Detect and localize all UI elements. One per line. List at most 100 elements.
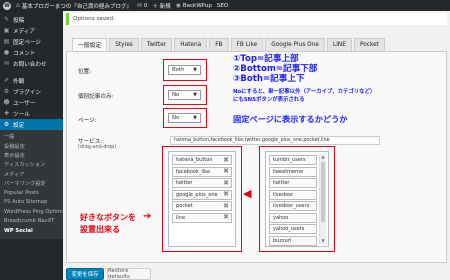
page-label: ページ: bbox=[78, 118, 97, 124]
mail-icon: ✉ bbox=[3, 60, 10, 67]
list-scrollbar[interactable]: ▲ ▼ bbox=[319, 154, 326, 244]
submenu-popular-posts[interactable]: Popular Posts bbox=[0, 188, 63, 197]
settings-icon: ⚙ bbox=[3, 121, 10, 128]
wordpress-logo-icon[interactable]: W bbox=[3, 1, 11, 10]
sidebar-item-comments[interactable]: ● コメント bbox=[0, 47, 63, 58]
submenu-discussion[interactable]: ディスカッション bbox=[0, 160, 63, 169]
service-item[interactable]: yahoo bbox=[269, 212, 317, 223]
sidebar-item-appearance[interactable]: ✐ 外観 bbox=[0, 75, 63, 86]
position-label: 位置: bbox=[78, 69, 92, 75]
submenu-general[interactable]: 一般 bbox=[0, 132, 63, 141]
service-item[interactable]: buzzurl bbox=[269, 235, 317, 246]
remove-icon[interactable]: ✖ bbox=[223, 168, 229, 175]
submenu-writing[interactable]: 投稿設定 bbox=[0, 141, 63, 150]
settings-tabs: 一般設定 Styles Twitter Hatena FB FB Like Go… bbox=[72, 38, 385, 51]
tab-hatena[interactable]: Hatena bbox=[174, 38, 208, 51]
service-item[interactable]: facebook_like ✖ bbox=[172, 166, 232, 177]
submenu-reading[interactable]: 表示設定 bbox=[0, 151, 63, 160]
media-icon: ▣ bbox=[3, 27, 10, 34]
tab-fb-like[interactable]: FB Like bbox=[230, 38, 264, 51]
home-icon: ⌂ bbox=[16, 2, 20, 9]
service-item[interactable]: twitter bbox=[269, 178, 317, 188]
brush-icon: ✐ bbox=[3, 77, 10, 84]
sidebar-item-settings[interactable]: ⚙ 設定 bbox=[0, 119, 63, 130]
seo-link[interactable]: SEO bbox=[217, 3, 228, 9]
backup-icon: ◉ bbox=[175, 2, 181, 9]
move-left-arrow-icon: ◀ bbox=[243, 187, 252, 200]
services-input[interactable]: hatena_button,facebook_like,twitter,goog… bbox=[170, 136, 380, 145]
remove-icon[interactable]: ✖ bbox=[223, 214, 229, 221]
service-item[interactable]: tweetmeme bbox=[269, 166, 317, 177]
tab-fb[interactable]: FB bbox=[209, 38, 229, 51]
services-hint: (drag-and-drop) bbox=[78, 145, 117, 150]
sidebar-item-tools[interactable]: ✚ ツール bbox=[0, 108, 63, 119]
options-saved-notice: Options saved. bbox=[66, 13, 447, 25]
user-icon: ☻ bbox=[3, 99, 10, 106]
sidebar-item-media[interactable]: ▣ メディア bbox=[0, 25, 63, 36]
scroll-up-icon[interactable]: ▲ bbox=[320, 154, 326, 160]
scroll-down-icon[interactable]: ▼ bbox=[320, 238, 326, 244]
service-item[interactable]: tumblr_users bbox=[269, 155, 317, 165]
chevron-down-icon: ▼ bbox=[193, 67, 197, 73]
submenu-ping-optimizer[interactable]: WordPress Ping Optimizer bbox=[0, 207, 63, 216]
tab-line[interactable]: LINE bbox=[326, 38, 352, 51]
page-annotation: 固定ページに表示するかどうか bbox=[233, 114, 348, 124]
available-services-list[interactable]: tumblr_users tweetmeme twitter livedoor … bbox=[265, 151, 329, 247]
tab-styles[interactable]: Styles bbox=[109, 38, 139, 51]
submenu-wp-social[interactable]: WP Social bbox=[0, 226, 63, 235]
wrench-icon: ✚ bbox=[3, 110, 10, 117]
sidebar-item-plugins[interactable]: ⚙ プラグイン bbox=[0, 86, 63, 97]
service-item[interactable]: google_plus_one ✖ bbox=[172, 189, 232, 200]
service-item[interactable]: livedoor bbox=[269, 189, 317, 200]
sidebar-item-contact[interactable]: ✉ お問い合わせ bbox=[0, 58, 63, 69]
chevron-down-icon: ▼ bbox=[193, 92, 197, 98]
sidebar-item-pages[interactable]: ▤ 固定ページ bbox=[0, 36, 63, 47]
services-label: サービス: bbox=[78, 139, 103, 145]
single-only-annotation: Noにすると、単一記事以外（アーカイブ、カテゴリなど） にもSNSボタンが表示さ… bbox=[233, 89, 376, 103]
submenu-breadcrumb-navxt[interactable]: Breadcrumb NavXT bbox=[0, 217, 63, 226]
service-item[interactable]: livedoor_users bbox=[269, 201, 317, 211]
site-name-link[interactable]: ⌂ 基本ブロガーまつの『自己満の極みブログ』 bbox=[16, 2, 132, 10]
submenu-media[interactable]: メディア bbox=[0, 170, 63, 179]
submenu-ps-auto-sitemap[interactable]: PS Auto Sitemap bbox=[0, 198, 63, 207]
tab-pocket[interactable]: Pocket bbox=[353, 38, 385, 51]
comments-link[interactable]: ✉ 0 bbox=[137, 2, 148, 9]
service-item[interactable]: yahoo_users bbox=[269, 224, 317, 234]
remove-icon[interactable]: ✖ bbox=[223, 191, 229, 198]
chevron-down-icon: ▼ bbox=[193, 115, 197, 121]
admin-bar: W ⌂ 基本ブロガーまつの『自己満の極みブログ』 ✉ 0 ＋ 新規 ◉ BackWPu… bbox=[0, 0, 450, 11]
page-select[interactable]: No ▼ bbox=[168, 113, 201, 123]
new-content-link[interactable]: ＋ 新規 bbox=[152, 2, 170, 10]
sidebar-item-posts[interactable]: ✎ 投稿 bbox=[0, 14, 63, 25]
service-item[interactable]: twitter ✖ bbox=[172, 178, 232, 188]
remove-icon[interactable]: ✖ bbox=[223, 179, 229, 187]
comment-icon: ✉ bbox=[136, 2, 142, 9]
plugin-icon: ⚙ bbox=[3, 88, 10, 95]
admin-sidebar: ✎ 投稿 ▣ メディア ▤ 固定ページ ● コメント ✉ お問い合わせ ✐ 外観 ⚙ プラグイ… bbox=[0, 11, 63, 280]
tab-general[interactable]: 一般設定 bbox=[72, 38, 108, 51]
arrow-right-icon: ➔ bbox=[143, 211, 152, 222]
tab-twitter[interactable]: Twitter bbox=[140, 38, 173, 51]
save-changes-button[interactable]: 変更を保存 bbox=[66, 268, 104, 280]
submenu-permalinks[interactable]: パーマリンク設定 bbox=[0, 179, 63, 188]
sidebar-item-users[interactable]: ☻ ユーザー bbox=[0, 97, 63, 108]
remove-icon[interactable]: ✖ bbox=[223, 202, 229, 210]
position-select[interactable]: Both ▼ bbox=[168, 65, 201, 75]
restore-defaults-button[interactable]: Restore defaults bbox=[107, 268, 151, 280]
remove-icon[interactable]: ✖ bbox=[223, 156, 229, 164]
position-annotation: ①Top=記事上部 ②Bottom=記事下部 ③Both=記事上下 bbox=[233, 54, 318, 84]
service-item[interactable]: line ✖ bbox=[172, 212, 232, 223]
backwpup-link[interactable]: ◉ BackWPup bbox=[176, 2, 212, 9]
page-icon: ▤ bbox=[3, 38, 10, 45]
service-item[interactable]: hatena_button ✖ bbox=[172, 155, 232, 165]
service-item[interactable]: pocket ✖ bbox=[172, 201, 232, 211]
single-only-label: 個別記事のみ: bbox=[78, 94, 114, 100]
comment-icon: ● bbox=[3, 49, 10, 56]
single-only-select[interactable]: No ▼ bbox=[168, 90, 201, 100]
pin-icon: ✎ bbox=[3, 16, 10, 23]
active-services-list: hatena_button ✖ facebook_like ✖ twitter ✖ g… bbox=[168, 151, 236, 247]
settings-submenu: 一般 投稿設定 表示設定 ディスカッション メディア パーマリンク設定 Popu… bbox=[0, 130, 63, 240]
buttons-annotation: 好きなボタンを 設置出来る bbox=[80, 213, 136, 234]
tab-google-plus-one[interactable]: Google Plus One bbox=[265, 38, 325, 51]
scrollbar-thumb[interactable] bbox=[321, 162, 325, 222]
